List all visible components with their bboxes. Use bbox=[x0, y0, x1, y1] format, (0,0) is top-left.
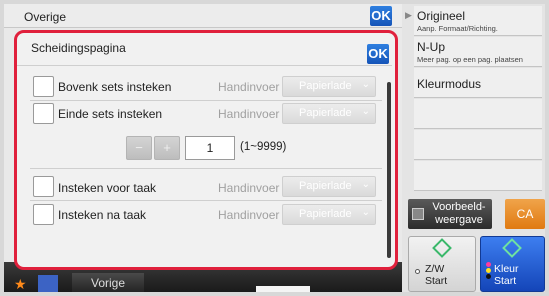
background-title-bar: Overige bbox=[4, 4, 402, 28]
dialog-title: Scheidingspagina bbox=[31, 41, 126, 55]
menu-item-kleurmodus[interactable]: Kleurmodus bbox=[414, 68, 542, 98]
start-diamond-icon bbox=[502, 238, 522, 258]
papierlade-dropdown[interactable]: Papierlade ⌄ bbox=[282, 103, 376, 124]
menu-item-empty-2[interactable] bbox=[414, 130, 542, 160]
papierlade-dropdown[interactable]: Papierlade ⌄ bbox=[282, 176, 376, 197]
papierlade-dropdown[interactable]: Papierlade ⌄ bbox=[282, 204, 376, 225]
chevron-down-icon: ⌄ bbox=[361, 179, 370, 190]
background-title: Overige bbox=[24, 10, 67, 24]
checkbox-einde-sets[interactable] bbox=[33, 103, 54, 124]
preview-button[interactable]: Voorbeeld-weergave bbox=[408, 199, 492, 229]
bottom-handle[interactable] bbox=[256, 286, 310, 292]
handinvoer-label[interactable]: Handinvoer bbox=[218, 181, 279, 195]
divider bbox=[30, 100, 382, 101]
label-insteken-voor-taak: Insteken voor taak bbox=[58, 181, 157, 195]
dialog-ok-button[interactable]: OK bbox=[367, 44, 389, 64]
black-dot bbox=[486, 274, 491, 279]
indicator-dot bbox=[415, 269, 420, 274]
clear-all-button[interactable]: CA bbox=[505, 199, 545, 229]
checkbox-insteken-na-taak[interactable] bbox=[33, 204, 54, 225]
expand-arrow-icon: ▶ bbox=[405, 10, 412, 20]
chevron-down-icon: ⌄ bbox=[361, 106, 370, 117]
chevron-down-icon: ⌄ bbox=[361, 79, 370, 90]
label-insteken-na-taak: Insteken na taak bbox=[58, 208, 147, 222]
star-icon[interactable]: ★ bbox=[14, 277, 30, 291]
preview-icon bbox=[412, 208, 424, 220]
checkbox-insteken-voor-taak[interactable] bbox=[33, 176, 54, 197]
sets-count-input[interactable]: 1 bbox=[185, 136, 235, 160]
scrollbar[interactable] bbox=[387, 82, 391, 258]
back-button[interactable]: Vorige bbox=[72, 273, 144, 292]
checkbox-bovenk-sets[interactable] bbox=[33, 76, 54, 97]
magenta-dot bbox=[486, 262, 491, 267]
divider bbox=[30, 168, 382, 169]
background-ok-button[interactable]: OK bbox=[370, 6, 392, 26]
divider bbox=[17, 65, 392, 66]
range-label: (1~9999) bbox=[240, 141, 287, 153]
start-diamond-icon bbox=[432, 238, 452, 258]
handinvoer-label[interactable]: Handinvoer bbox=[218, 107, 279, 121]
menu-item-origineel[interactable]: Origineel Aanp. Formaat/Richting. bbox=[414, 6, 542, 36]
chevron-down-icon: ⌄ bbox=[361, 207, 370, 218]
papierlade-dropdown[interactable]: Papierlade ⌄ bbox=[282, 76, 376, 97]
menu-item-empty-1[interactable] bbox=[414, 99, 542, 129]
menu-item-empty-3[interactable] bbox=[414, 161, 542, 191]
label-bovenk-sets: Bovenk sets insteken bbox=[58, 80, 172, 94]
handinvoer-label[interactable]: Handinvoer bbox=[218, 208, 279, 222]
minus-button[interactable]: − bbox=[126, 136, 152, 160]
yellow-dot bbox=[486, 268, 491, 273]
menu-item-n-up[interactable]: N-Up Meer pag. op een pag. plaatsen bbox=[414, 37, 542, 67]
start-bw-button[interactable]: Z/W Start bbox=[408, 236, 476, 292]
start-color-button[interactable]: Kleur Start bbox=[480, 236, 545, 292]
handinvoer-label[interactable]: Handinvoer bbox=[218, 80, 279, 94]
divider bbox=[30, 200, 382, 201]
label-einde-sets: Einde sets insteken bbox=[58, 107, 163, 121]
plus-button[interactable]: + bbox=[154, 136, 180, 160]
blue-square-icon[interactable] bbox=[38, 275, 58, 292]
